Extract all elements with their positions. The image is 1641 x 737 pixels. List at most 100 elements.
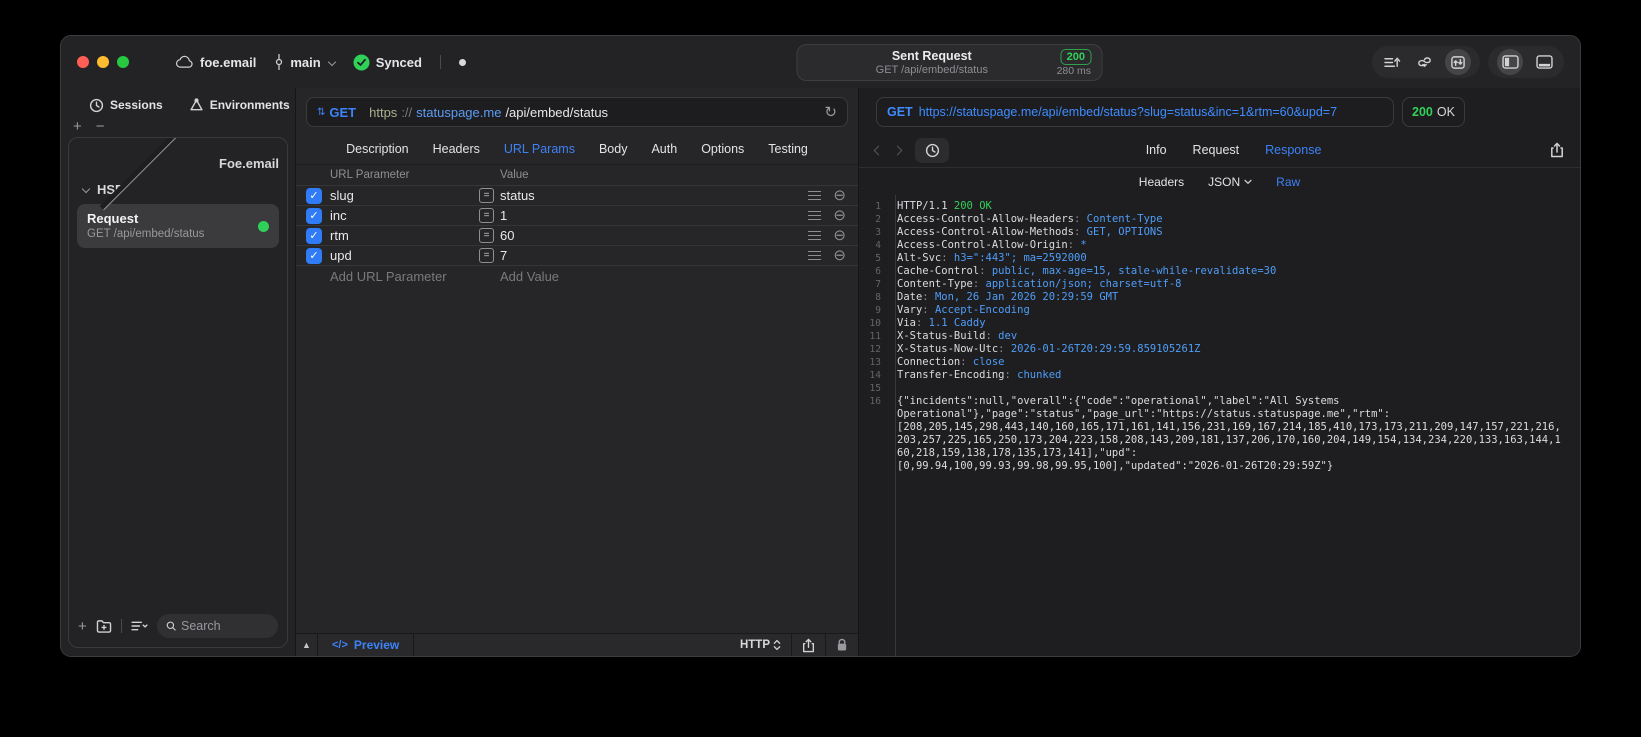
row-menu-icon[interactable] — [808, 210, 822, 221]
tab-response[interactable]: Response — [1265, 143, 1321, 157]
response-status-box: 200 OK — [1402, 97, 1465, 127]
tab-sessions[interactable]: Sessions — [89, 98, 163, 113]
code-line: 15 — [859, 382, 1580, 395]
sync-status[interactable]: Synced — [353, 54, 422, 71]
zoom-window-button[interactable] — [117, 56, 129, 68]
tab-body[interactable]: Body — [599, 142, 628, 156]
project-button[interactable]: foe.email — [175, 55, 256, 70]
method-stepper-icon[interactable]: ⇅ — [317, 107, 325, 118]
chevron-down-icon — [327, 57, 336, 67]
new-request-button[interactable]: + — [78, 618, 87, 635]
row-menu-icon[interactable] — [808, 250, 822, 261]
param-value[interactable]: 60 — [500, 228, 808, 243]
url-scheme: https — [369, 104, 398, 120]
param-name[interactable]: slug — [330, 188, 479, 203]
tab-auth[interactable]: Auth — [651, 142, 677, 156]
synced-check-icon — [353, 54, 370, 70]
sent-request-url[interactable]: GET https://statuspage.me/api/embed/stat… — [876, 97, 1394, 127]
param-name[interactable]: inc — [330, 208, 479, 223]
export-response-button[interactable] — [1550, 142, 1564, 158]
search-icon — [166, 621, 176, 631]
tab-headers[interactable]: Headers — [433, 142, 480, 156]
remove-row-icon[interactable]: ⊖ — [833, 188, 846, 203]
equals-icon: = — [479, 228, 494, 243]
tab-url-params[interactable]: URL Params — [504, 142, 575, 156]
param-checkbox[interactable]: ✓ — [306, 207, 322, 224]
param-value[interactable]: 7 — [500, 248, 808, 263]
share-request-button[interactable] — [792, 638, 825, 653]
history-button[interactable] — [915, 137, 949, 163]
param-name[interactable]: rtm — [330, 228, 479, 243]
line-content: Content-Type: application/json; charset=… — [897, 278, 1182, 290]
mock-button[interactable] — [1413, 51, 1435, 73]
up-down-chevrons-icon — [773, 639, 781, 651]
column-value: Value — [500, 169, 529, 181]
sort-filter-button[interactable] — [131, 620, 148, 632]
branch-selector[interactable]: main — [274, 54, 336, 70]
preview-button[interactable]: </> Preview — [318, 634, 415, 656]
code-line: 10 Via: 1.1 Caddy — [859, 317, 1580, 330]
row-menu-icon[interactable] — [808, 190, 822, 201]
sidebar-search[interactable] — [156, 614, 278, 638]
add-param-row[interactable]: Add URL Parameter Add Value — [296, 265, 858, 287]
toggle-bottom-panel-button[interactable] — [1533, 51, 1555, 73]
remove-row-icon[interactable]: ⊖ — [833, 228, 846, 243]
lines-arrow-up-icon — [1383, 57, 1400, 67]
url-separator: :// — [401, 104, 413, 120]
param-value[interactable]: status — [500, 188, 808, 203]
resend-request-button[interactable] — [1445, 49, 1471, 75]
import-export-button[interactable] — [1381, 51, 1403, 73]
protocol-selector[interactable]: HTTP — [730, 639, 791, 651]
refresh-icon[interactable]: ↻ — [824, 103, 837, 121]
add-session-button[interactable]: + — [73, 119, 82, 134]
remove-row-icon[interactable]: ⊖ — [833, 208, 846, 223]
code-line: 7 Content-Type: application/json; charset… — [859, 278, 1580, 291]
request-method[interactable]: GET — [329, 105, 356, 120]
response-body-viewer[interactable]: 1 HTTP/1.1 200 OK 2 Access-Control-Allow-He… — [859, 195, 1580, 656]
param-checkbox[interactable]: ✓ — [306, 187, 322, 204]
tab-environments[interactable]: Environments — [189, 97, 290, 113]
minimize-window-button[interactable] — [97, 56, 109, 68]
chevron-down-icon — [1244, 179, 1252, 184]
tab-options[interactable]: Options — [701, 142, 744, 156]
tab-testing[interactable]: Testing — [768, 142, 808, 156]
tab-info[interactable]: Info — [1146, 143, 1167, 157]
new-group-button[interactable] — [96, 619, 112, 633]
line-number — [859, 447, 887, 460]
lock-button[interactable] — [826, 638, 858, 652]
request-list-item-selected[interactable]: Request GET /api/embed/status — [77, 204, 279, 248]
line-number: 8 — [875, 292, 881, 303]
param-value[interactable]: 1 — [500, 208, 808, 223]
history-back-button[interactable] — [873, 145, 884, 155]
param-checkbox[interactable]: ✓ — [306, 247, 322, 264]
param-checkbox[interactable]: ✓ — [306, 227, 322, 244]
tab-description[interactable]: Description — [346, 142, 409, 156]
subtab-raw[interactable]: Raw — [1276, 175, 1300, 189]
collapse-panel-button[interactable]: ▲ — [296, 634, 318, 656]
equals-icon: = — [479, 188, 494, 203]
sidebar-panel-icon — [1501, 55, 1519, 69]
search-input[interactable] — [181, 619, 269, 633]
request-editor-panel: ⇅ GET https://statuspage.me/api/embed/st… — [296, 88, 859, 656]
remove-row-icon[interactable]: ⊖ — [833, 248, 846, 263]
activity-pill[interactable]: Sent Request GET /api/embed/status 200 2… — [796, 44, 1103, 81]
row-menu-icon[interactable] — [808, 230, 822, 241]
request-subtitle: GET /api/embed/status — [87, 228, 205, 240]
param-name[interactable]: upd — [330, 248, 479, 263]
line-content: X-Status-Now-Utc: 2026-01-26T20:29:59.85… — [897, 343, 1201, 355]
subtab-headers[interactable]: Headers — [1139, 175, 1184, 189]
close-window-button[interactable] — [77, 56, 89, 68]
tree-item-foe-email[interactable]: Foe.email — [77, 138, 279, 211]
add-value-placeholder[interactable]: Add Value — [500, 269, 559, 284]
bottom-panel-icon — [1535, 55, 1553, 69]
activity-title: Sent Request — [891, 48, 972, 63]
subtab-json[interactable]: JSON — [1208, 175, 1252, 189]
tab-request[interactable]: Request — [1193, 143, 1240, 157]
request-url-bar[interactable]: ⇅ GET https://statuspage.me/api/embed/st… — [306, 97, 848, 127]
line-content: [0,99.94,100,99.93,99.98,99.95,100],"upd… — [897, 460, 1334, 472]
add-param-placeholder[interactable]: Add URL Parameter — [330, 269, 447, 284]
toggle-sidebar-button[interactable] — [1497, 49, 1523, 75]
history-forward-button[interactable] — [892, 145, 903, 155]
remove-session-button[interactable]: − — [96, 119, 105, 134]
line-content: Operational"},"page":"status","page_url"… — [897, 408, 1391, 420]
